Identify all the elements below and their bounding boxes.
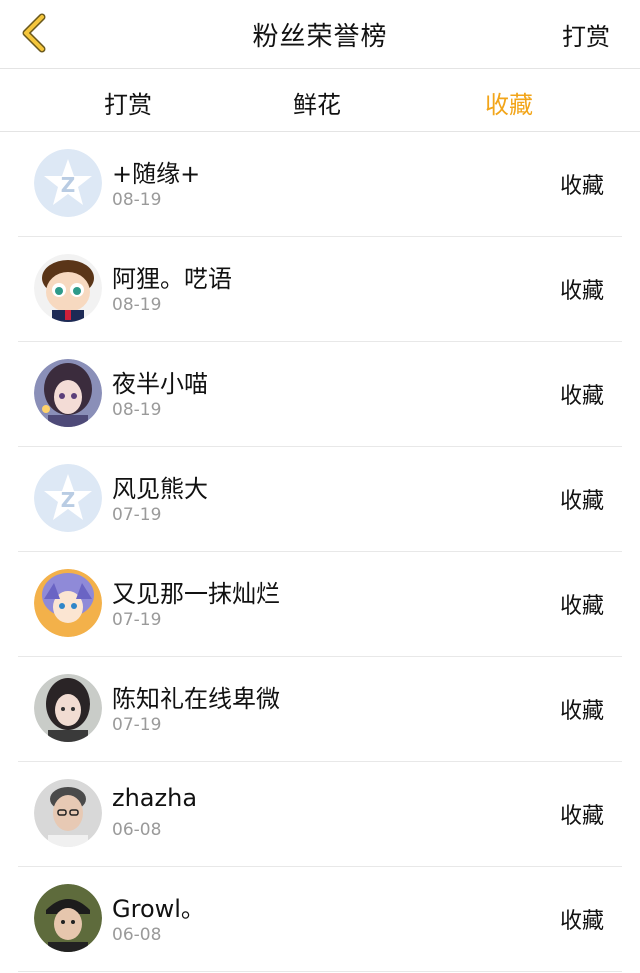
favorite-action: 收藏	[559, 699, 604, 724]
list-item[interactable]: Z +随缘+ 08-19 收藏	[18, 132, 622, 237]
avatar	[34, 359, 102, 427]
fan-date: 08-19	[112, 400, 162, 420]
fan-date: 06-08	[112, 925, 162, 945]
svg-text:Z: Z	[61, 488, 76, 512]
chevron-left-icon	[22, 13, 46, 53]
fan-name: 又见那一抹灿烂	[112, 580, 280, 608]
avatar	[34, 569, 102, 637]
fan-name: Growl。	[112, 895, 205, 923]
avatar	[34, 254, 102, 322]
avatar	[34, 884, 102, 952]
fan-date: 08-19	[112, 295, 162, 315]
back-button[interactable]	[14, 10, 54, 56]
favorite-action: 收藏	[559, 384, 604, 409]
avatar: Z	[34, 464, 102, 532]
photo-girl-avatar-icon	[34, 674, 102, 742]
reward-button[interactable]: 打赏	[562, 0, 610, 68]
fan-date: 07-19	[112, 505, 162, 525]
svg-text:Z: Z	[61, 173, 76, 197]
page-title: 粉丝荣誉榜	[252, 21, 388, 52]
fan-name: zhazha	[112, 784, 198, 812]
favorite-action: 收藏	[559, 174, 604, 199]
anime-character-avatar-icon	[34, 569, 102, 637]
default-qq-avatar-icon: Z	[34, 464, 102, 532]
fan-name: 阿狸。呓语	[112, 265, 232, 293]
fan-name: +随缘+	[112, 160, 201, 188]
photo-cap-avatar-icon	[34, 884, 102, 952]
tab-reward[interactable]: 打赏	[104, 85, 152, 120]
fan-name: 夜半小喵	[112, 370, 208, 398]
fan-date: 07-19	[112, 715, 162, 735]
favorite-action: 收藏	[559, 594, 604, 619]
tab-favorites[interactable]: 收藏	[485, 85, 533, 120]
list-item[interactable]: Z 风见熊大 07-19 收藏	[18, 447, 622, 552]
cartoon-boy-avatar-icon	[34, 254, 102, 322]
favorite-action: 收藏	[559, 279, 604, 304]
list-item[interactable]: 又见那一抹灿烂 07-19 收藏	[18, 552, 622, 657]
fan-name: 风见熊大	[112, 475, 208, 503]
fan-list: Z +随缘+ 08-19 收藏 阿狸。呓语 08-19 收藏 夜半小喵 08-1…	[0, 132, 640, 972]
list-item[interactable]: 阿狸。呓语 08-19 收藏	[18, 237, 622, 342]
favorite-action: 收藏	[559, 909, 604, 934]
fan-name: 陈知礼在线卑微	[112, 685, 280, 713]
default-qq-avatar-icon: Z	[34, 149, 102, 217]
fan-date: 06-08	[112, 820, 162, 840]
favorite-action: 收藏	[559, 804, 604, 829]
list-item[interactable]: 陈知礼在线卑微 07-19 收藏	[18, 657, 622, 762]
fan-date: 08-19	[112, 190, 162, 210]
fan-date: 07-19	[112, 610, 162, 630]
navigation-bar: 粉丝荣誉榜 打赏	[0, 0, 640, 69]
photo-boy-avatar-icon	[34, 779, 102, 847]
avatar: Z	[34, 149, 102, 217]
list-item[interactable]: zhazha 06-08 收藏	[18, 762, 622, 867]
anime-girl-avatar-icon	[34, 359, 102, 427]
avatar	[34, 779, 102, 847]
list-item[interactable]: 夜半小喵 08-19 收藏	[18, 342, 622, 447]
tab-flowers[interactable]: 鲜花	[293, 85, 341, 120]
list-item[interactable]: Growl。 06-08 收藏	[18, 867, 622, 972]
favorite-action: 收藏	[559, 489, 604, 514]
avatar	[34, 674, 102, 742]
tab-bar: 打赏 鲜花 收藏	[0, 69, 640, 132]
